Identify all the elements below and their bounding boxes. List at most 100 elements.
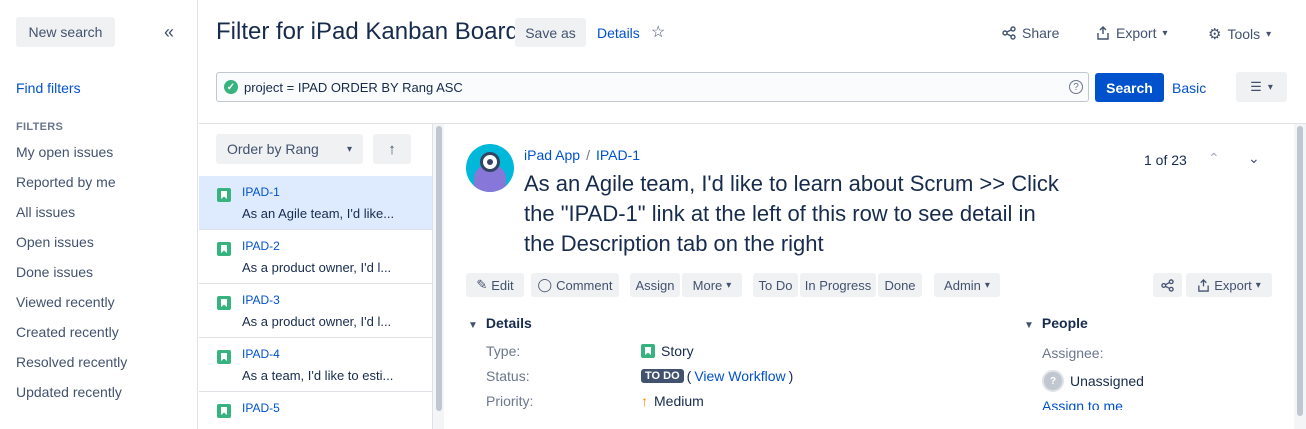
- issue-list-item[interactable]: IPAD-2 As a product owner, I'd l...: [199, 230, 432, 284]
- filter-item[interactable]: Open issues: [16, 234, 127, 264]
- export-button[interactable]: Export ▾: [1096, 25, 1168, 41]
- order-by-label: Order by Rang: [227, 141, 319, 157]
- list-scrollbar[interactable]: [432, 124, 444, 429]
- admin-button[interactable]: Admin ▾: [934, 273, 1000, 297]
- assign-button[interactable]: Assign: [630, 273, 680, 297]
- jql-query-text: project = IPAD ORDER BY Rang ASC: [244, 79, 463, 95]
- export-icon: [1097, 26, 1109, 40]
- priority-value: ↑ Medium: [641, 393, 704, 409]
- help-icon[interactable]: ?: [1069, 80, 1083, 94]
- to-do-button[interactable]: To Do: [753, 273, 798, 297]
- admin-label: Admin: [944, 277, 981, 293]
- filter-list: My open issues Reported by me All issues…: [16, 144, 127, 414]
- share-button[interactable]: Share: [1002, 25, 1059, 41]
- in-progress-button[interactable]: In Progress: [800, 273, 876, 297]
- chevron-down-icon: ▼: [468, 320, 478, 331]
- tools-button[interactable]: ⚙ Tools ▾: [1208, 25, 1271, 43]
- sort-direction-button[interactable]: ↑: [373, 134, 411, 164]
- unassigned-avatar-icon: ?: [1042, 370, 1064, 392]
- issue-key: IPAD-3: [242, 293, 280, 307]
- export-issue-button[interactable]: Export ▾: [1186, 273, 1272, 297]
- find-filters-link[interactable]: Find filters: [16, 80, 81, 96]
- issue-list-item[interactable]: IPAD-1 As an Agile team, I'd like...: [199, 176, 432, 230]
- chevron-up-icon[interactable]: ⌃: [1208, 150, 1220, 167]
- done-button[interactable]: Done: [878, 273, 922, 297]
- search-button[interactable]: Search: [1095, 73, 1164, 102]
- filter-item[interactable]: Resolved recently: [16, 354, 127, 384]
- assign-to-me-link[interactable]: Assign to me: [1042, 398, 1123, 410]
- list-view-icon: ☰: [1250, 79, 1262, 94]
- export-label: Export: [1214, 277, 1252, 293]
- issue-key: IPAD-1: [242, 185, 280, 199]
- issue-list-item[interactable]: IPAD-3 As a product owner, I'd l...: [199, 284, 432, 338]
- filter-item[interactable]: Viewed recently: [16, 294, 127, 324]
- filter-item[interactable]: Created recently: [16, 324, 127, 354]
- story-icon: [217, 404, 231, 418]
- filter-item[interactable]: All issues: [16, 204, 127, 234]
- more-button[interactable]: More ▾: [682, 273, 742, 297]
- save-as-button[interactable]: Save as: [515, 18, 586, 47]
- project-avatar: [466, 144, 514, 192]
- detail-scrollbar[interactable]: [1294, 124, 1306, 429]
- story-icon: [641, 344, 655, 358]
- breadcrumb-issue-link[interactable]: IPAD-1: [596, 147, 640, 163]
- people-section-toggle[interactable]: ▼ People: [1024, 315, 1088, 331]
- breadcrumb-project-link[interactable]: iPad App: [524, 147, 580, 163]
- story-icon: [217, 188, 231, 202]
- new-search-button[interactable]: New search: [16, 17, 115, 47]
- issue-summary: As an Agile team, I'd like...: [242, 206, 395, 221]
- check-circle-icon: ✓: [224, 80, 238, 94]
- issue-list-panel: Order by Rang ▾ ↑ IPAD-1 As an Agile tea…: [199, 124, 445, 429]
- more-label: More: [692, 277, 723, 293]
- status-value: TO DO (View Workflow): [641, 368, 793, 384]
- filter-item[interactable]: Reported by me: [16, 174, 127, 204]
- people-heading: People: [1041, 315, 1088, 331]
- details-link[interactable]: Details: [597, 25, 640, 41]
- chevron-down-icon: ▾: [346, 143, 352, 155]
- issue-key: IPAD-4: [242, 347, 280, 361]
- basic-mode-link[interactable]: Basic: [1172, 80, 1206, 96]
- status-label: Status:: [486, 368, 530, 384]
- issue-list-item[interactable]: IPAD-5: [199, 392, 432, 429]
- assignee-value: ? Unassigned: [1042, 370, 1144, 392]
- list-scrollbar-thumb[interactable]: [436, 126, 442, 411]
- type-label: Type:: [486, 343, 521, 359]
- priority-medium-icon: ↑: [641, 393, 648, 409]
- details-heading: Details: [485, 315, 532, 331]
- filters-heading: FILTERS: [16, 121, 64, 133]
- details-section-toggle[interactable]: ▼ Details: [468, 315, 532, 331]
- issue-key: IPAD-5: [242, 401, 280, 415]
- type-text: Story: [661, 343, 694, 359]
- detail-scrollbar-thumb[interactable]: [1297, 126, 1303, 416]
- assignee-label: Assignee:: [1042, 345, 1104, 361]
- share-icon: [1002, 26, 1016, 40]
- view-workflow-link[interactable]: View Workflow: [694, 368, 785, 384]
- export-icon: [1198, 278, 1209, 292]
- filter-item[interactable]: Updated recently: [16, 384, 127, 414]
- layout-switcher-button[interactable]: ☰ ▾: [1236, 72, 1287, 102]
- jql-search-input[interactable]: ✓ project = IPAD ORDER BY Rang ASC ?: [216, 72, 1089, 102]
- issue-list-item[interactable]: IPAD-4 As a team, I'd like to esti...: [199, 338, 432, 392]
- export-label: Export: [1116, 25, 1157, 41]
- filter-item[interactable]: My open issues: [16, 144, 127, 174]
- status-lozenge: TO DO: [641, 369, 684, 383]
- chevron-down-icon: ▾: [1266, 28, 1272, 40]
- type-value: Story: [641, 343, 694, 359]
- gear-icon: ⚙: [1208, 26, 1222, 43]
- chevron-down-icon[interactable]: ⌄: [1248, 150, 1260, 167]
- sidebar: New search « Find filters FILTERS My ope…: [0, 0, 198, 429]
- order-by-button[interactable]: Order by Rang ▾: [216, 134, 363, 164]
- page-title: Filter for iPad Kanban Board: [216, 18, 519, 45]
- star-icon[interactable]: ☆: [651, 22, 665, 42]
- filter-item[interactable]: Done issues: [16, 264, 127, 294]
- double-chevron-left-icon[interactable]: «: [164, 22, 174, 43]
- issue-title: As an Agile team, I'd like to learn abou…: [524, 171, 1059, 256]
- share-issue-button[interactable]: [1153, 273, 1182, 297]
- assignee-text: Unassigned: [1070, 373, 1144, 389]
- comment-button[interactable]: ◯ Comment: [531, 273, 619, 297]
- story-icon: [217, 350, 231, 364]
- chevron-down-icon: ▾: [1255, 279, 1261, 291]
- comment-icon: ◯: [537, 277, 553, 292]
- edit-button[interactable]: ✎ Edit: [466, 273, 524, 297]
- share-label: Share: [1022, 25, 1060, 41]
